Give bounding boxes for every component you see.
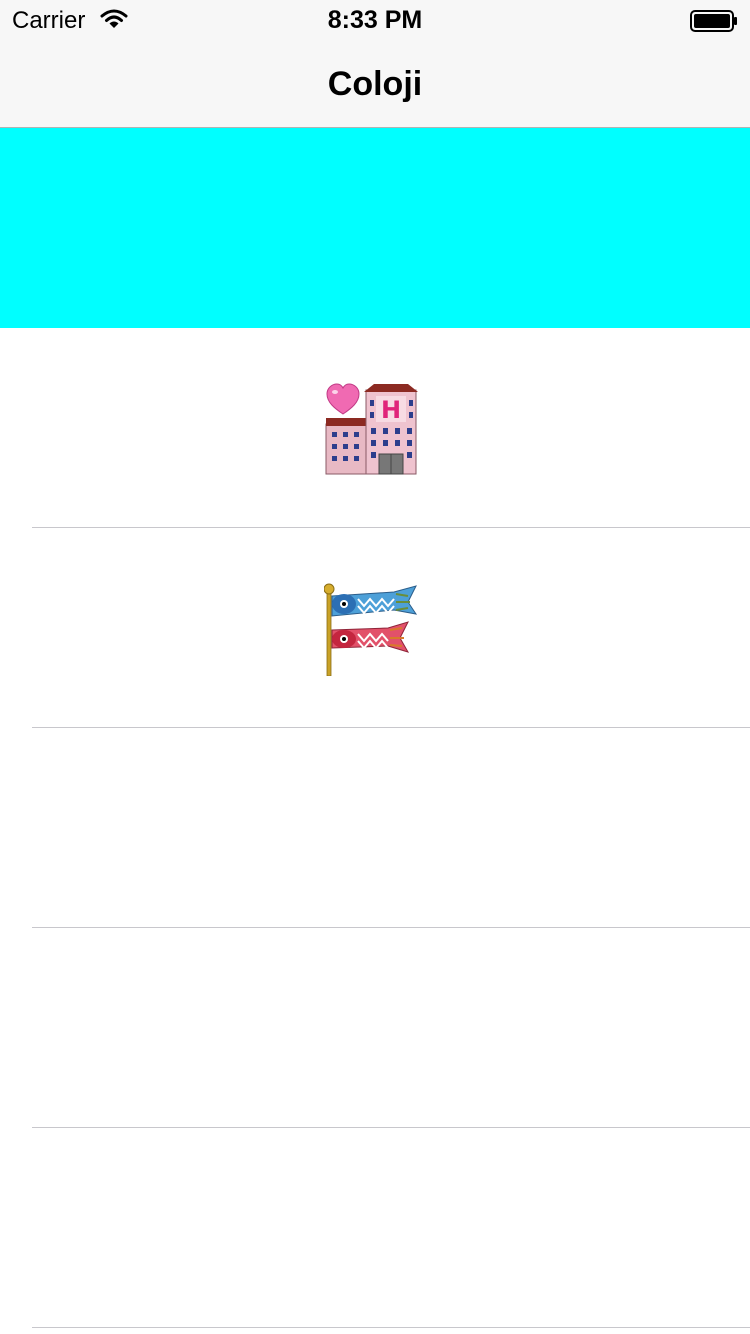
love-hotel-icon: H <box>325 383 418 475</box>
list-item-empty[interactable] <box>0 1128 750 1328</box>
navigation-bar: Coloji <box>0 40 750 128</box>
list-item-color[interactable] <box>0 128 750 328</box>
battery-icon <box>690 10 738 32</box>
list-item-carp-streamer[interactable] <box>0 528 750 728</box>
list-item-empty[interactable] <box>0 728 750 928</box>
list-item-empty[interactable] <box>0 928 750 1128</box>
nav-title: Coloji <box>327 65 423 103</box>
color-list: H <box>0 128 750 1334</box>
status-time: 8:33 PM <box>327 6 423 34</box>
status-bar: Carrier 8:33 PM <box>0 0 750 40</box>
list-item-love-hotel[interactable]: H <box>0 328 750 528</box>
svg-text:H: H <box>381 396 401 424</box>
carp-streamer-icon <box>324 583 418 676</box>
